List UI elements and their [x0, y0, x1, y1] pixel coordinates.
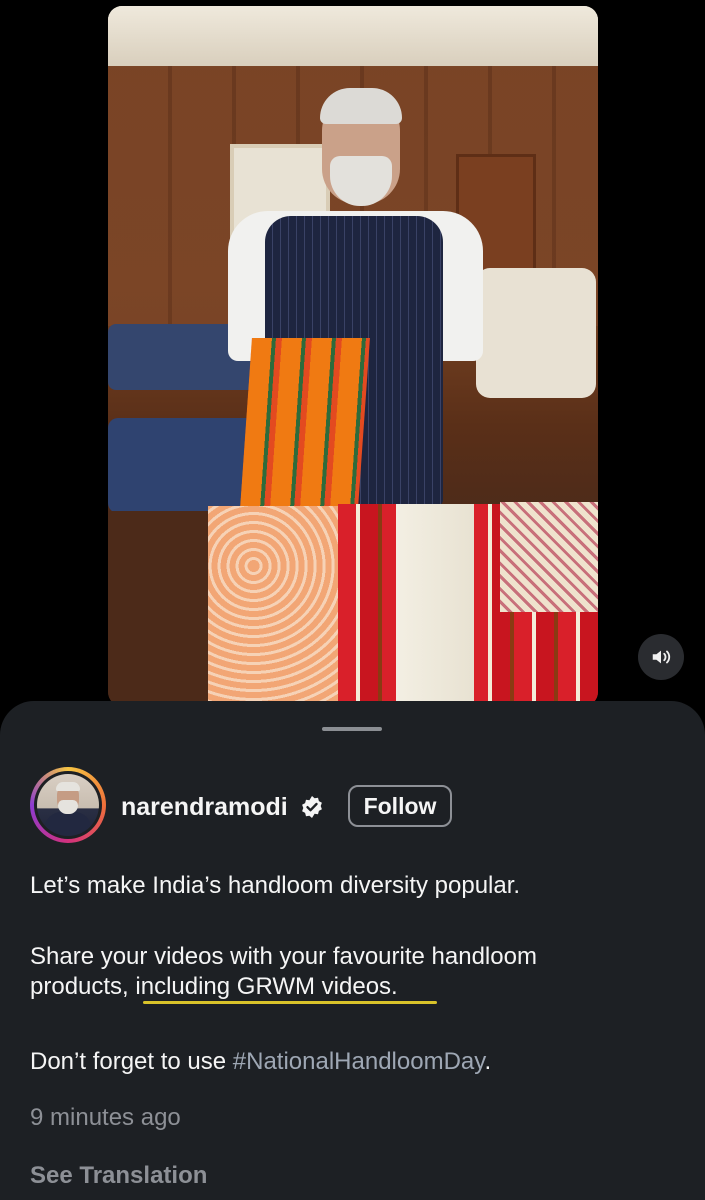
video-patterned-cloth [500, 502, 598, 612]
video-armchair [476, 268, 596, 398]
username-link[interactable]: narendramodi [121, 793, 288, 822]
caption-line: products, including GRWM videos. [30, 972, 398, 1002]
caption-highlighted-text: including GRWM videos. [135, 973, 398, 1000]
story-ring[interactable] [30, 767, 106, 843]
see-translation-link[interactable]: See Translation [30, 1162, 207, 1190]
speaker-icon [652, 650, 671, 664]
sheet-drag-handle[interactable] [322, 727, 382, 731]
post-video[interactable] [108, 6, 598, 706]
mute-toggle-button[interactable] [638, 634, 684, 680]
highlight-underline [143, 1001, 437, 1004]
caption-text: products, [30, 973, 136, 1000]
caption-line: Share your videos with your favourite ha… [30, 943, 537, 970]
caption-text: Don’t forget to use [30, 1048, 233, 1075]
hashtag-link[interactable]: #NationalHandloomDay [233, 1048, 485, 1075]
video-handloom-stole [240, 338, 370, 508]
follow-button[interactable]: Follow [348, 785, 452, 827]
caption-text: . [484, 1048, 492, 1075]
avatar[interactable] [37, 774, 99, 836]
avatar-hair [56, 782, 80, 791]
video-ceiling [108, 6, 598, 66]
avatar-body [45, 812, 91, 836]
post-details-sheet[interactable]: narendramodi Follow Let’s make India’s h… [0, 701, 705, 1200]
video-person-hair [320, 88, 402, 124]
video-sofa-front [108, 418, 258, 513]
post-timestamp: 9 minutes ago [30, 1104, 181, 1131]
video-cloth-white-band [396, 504, 474, 706]
caption-line: Let’s make India’s handloom diversity po… [30, 872, 521, 899]
caption-line: Don’t forget to use #NationalHandloomDay… [30, 1047, 491, 1077]
verified-badge-icon [302, 796, 322, 818]
avatar-border [34, 771, 102, 839]
